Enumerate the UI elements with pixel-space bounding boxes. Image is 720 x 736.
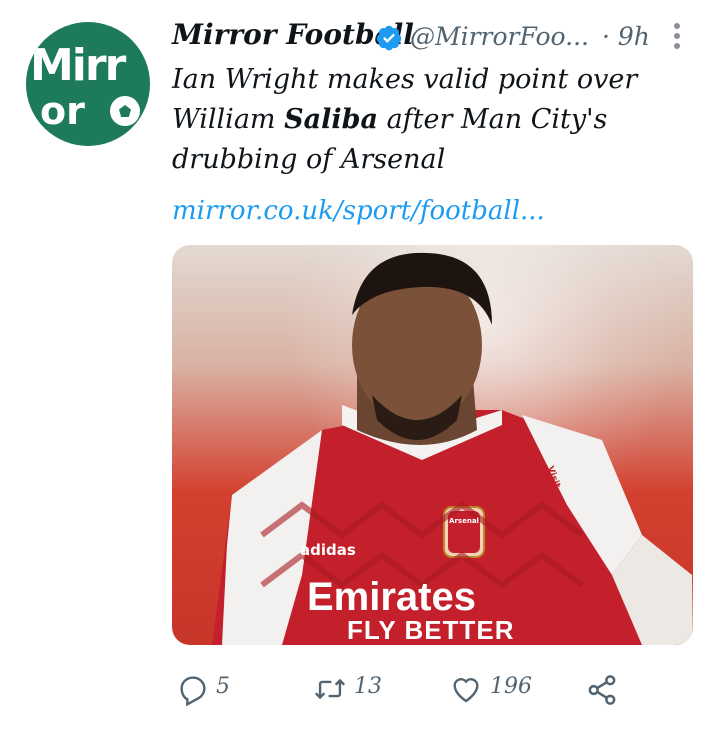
sponsor-text: Emirates	[307, 575, 476, 619]
avatar-logo-text-bottom: or	[40, 89, 85, 133]
football-icon	[108, 94, 142, 128]
reply-icon	[180, 676, 206, 706]
sponsor-tagline: FLY BETTER	[347, 615, 515, 645]
share-icon	[588, 675, 616, 705]
retweet-icon	[314, 678, 346, 700]
avatar-logo-text: Mirr	[30, 40, 126, 91]
retweet-count: 13	[354, 674, 382, 699]
crest-label: Arsenal	[449, 517, 479, 525]
tweet-actions: 5 13 196	[0, 660, 720, 720]
tweet-image[interactable]: Arsenal adidas Emirates FLY BETTER Visit…	[172, 245, 693, 645]
more-icon[interactable]	[672, 20, 682, 52]
time-separator: ·	[602, 22, 610, 51]
retweet-button[interactable]: 13	[310, 672, 390, 708]
reply-button[interactable]: 5	[176, 672, 246, 708]
tweet-text-bold: Saliba	[284, 104, 378, 135]
share-button[interactable]	[584, 672, 620, 708]
tweet-header: Mirror Football @MirrorFoo... · 9h	[172, 16, 692, 56]
tweet-text: Ian Wright makes valid point over Willia…	[172, 60, 692, 180]
like-icon	[453, 678, 479, 703]
like-button[interactable]: 196	[448, 672, 538, 708]
author-avatar[interactable]: Mirr or	[26, 22, 150, 146]
article-link[interactable]: mirror.co.uk/sport/football...	[172, 196, 545, 226]
verified-icon	[376, 25, 402, 51]
reply-count: 5	[216, 674, 230, 699]
tweet-time[interactable]: · 9h	[602, 22, 650, 51]
kit-brand: adidas	[300, 541, 356, 559]
author-handle[interactable]: @MirrorFoo...	[410, 22, 589, 51]
like-count: 196	[490, 674, 532, 699]
time-value: 9h	[617, 22, 650, 51]
